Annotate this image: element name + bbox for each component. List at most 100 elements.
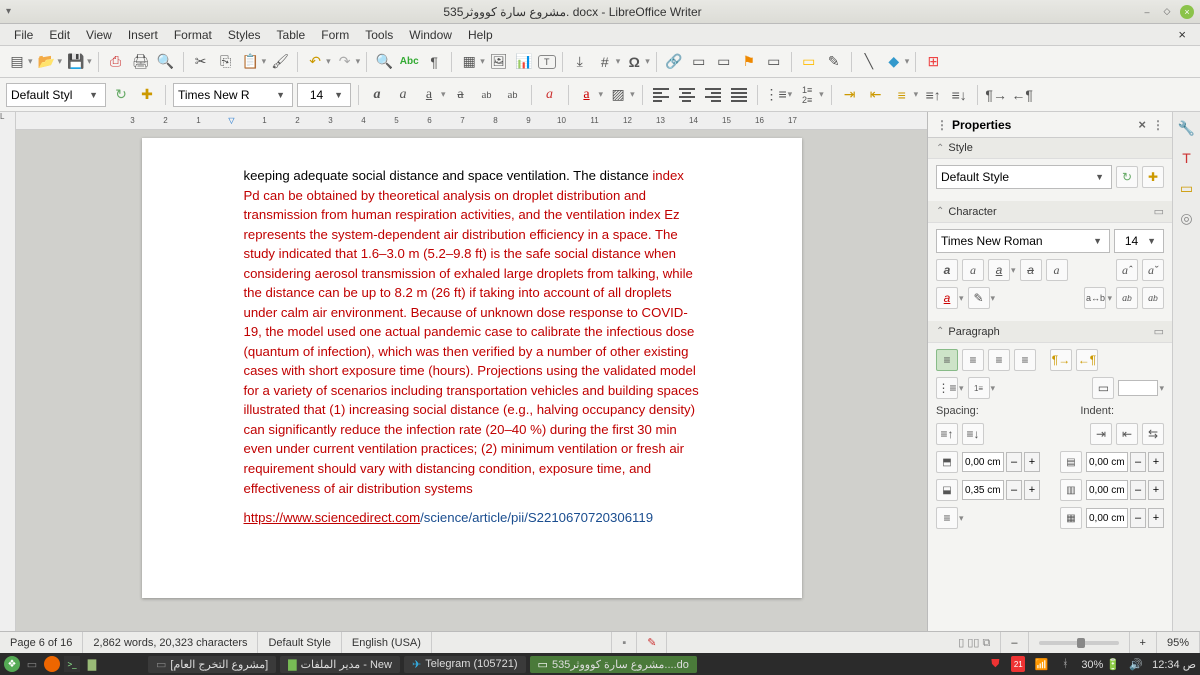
sb-grow-icon[interactable]: aˆ bbox=[1116, 259, 1138, 281]
dec-indent-icon[interactable]: ⇤ bbox=[1116, 423, 1138, 445]
sb-italic-icon[interactable]: a bbox=[962, 259, 984, 281]
indent-first-spin[interactable]: –+ bbox=[1086, 508, 1164, 528]
sb-sub-icon[interactable]: ab bbox=[1142, 287, 1164, 309]
page-break-icon[interactable]: ⤓ bbox=[569, 51, 591, 73]
number-list-icon[interactable]: 1≡2≡ bbox=[796, 84, 818, 106]
line-icon[interactable]: ╲ bbox=[858, 51, 880, 73]
find-icon[interactable]: 🔍 bbox=[373, 51, 395, 73]
indent-after-spin[interactable]: –+ bbox=[1086, 480, 1164, 500]
sb-fontsize-combo[interactable]: ▼ bbox=[1114, 229, 1164, 253]
copy-icon[interactable]: ⎘ bbox=[215, 51, 237, 73]
ltr-icon[interactable]: ¶→ bbox=[985, 84, 1007, 106]
menu-tools[interactable]: Tools bbox=[357, 26, 401, 44]
tray-clock[interactable]: ص 12:34 bbox=[1152, 658, 1196, 671]
line-spacing-icon[interactable]: ≡ bbox=[891, 84, 913, 106]
sb-shrink-icon[interactable]: aˇ bbox=[1142, 259, 1164, 281]
sb-align-justify-icon[interactable]: ≡ bbox=[1014, 349, 1036, 371]
doc-link-blue[interactable]: /science/article/pii/S2210670720306119 bbox=[420, 510, 653, 525]
menu-window[interactable]: Window bbox=[401, 26, 460, 44]
menu-help[interactable]: Help bbox=[460, 26, 501, 44]
line-spacing-icon[interactable]: ≡ bbox=[936, 507, 958, 529]
superscript-icon[interactable]: ab bbox=[476, 84, 498, 106]
close-button[interactable]: × bbox=[1180, 5, 1194, 19]
zoom-out-icon[interactable]: – bbox=[1001, 632, 1028, 653]
chevron-down-icon[interactable]: ▼ bbox=[331, 90, 346, 100]
status-signature[interactable]: ✎ bbox=[637, 632, 667, 653]
hyperlink-icon[interactable]: 🔗 bbox=[663, 51, 685, 73]
indent-first-icon[interactable]: ▦ bbox=[1060, 507, 1082, 529]
inc-indent-icon[interactable]: ⇥ bbox=[1090, 423, 1112, 445]
draw-functions-icon[interactable]: ⊞ bbox=[922, 51, 944, 73]
undo-icon[interactable]: ↶ bbox=[304, 51, 326, 73]
new-icon[interactable]: ▤ bbox=[6, 51, 28, 73]
menu-styles[interactable]: Styles bbox=[220, 26, 269, 44]
below-para-icon[interactable]: ⬓ bbox=[936, 479, 958, 501]
print-icon[interactable]: 🖨 bbox=[130, 51, 152, 73]
tray-bluetooth-icon[interactable]: ᚼ bbox=[1057, 656, 1073, 672]
status-zoom[interactable]: 95% bbox=[1157, 632, 1200, 653]
bullet-list-icon[interactable]: ⋮≡ bbox=[765, 84, 787, 106]
sidebar-section-style[interactable]: Style bbox=[928, 138, 1172, 159]
open-icon[interactable]: 📂 bbox=[36, 51, 58, 73]
italic-icon[interactable]: a bbox=[392, 84, 414, 106]
sidebar-close-icon[interactable]: × bbox=[1138, 117, 1146, 132]
footnote-icon[interactable]: ▭ bbox=[688, 51, 710, 73]
zoom-in-icon[interactable]: + bbox=[1130, 632, 1157, 653]
chevron-down-icon[interactable]: ▼ bbox=[86, 90, 101, 100]
document-area[interactable]: 321 ▽ 123 456 789 101112 1314 151617 kee… bbox=[16, 112, 927, 631]
font-size-combo[interactable]: ▼ bbox=[297, 83, 351, 107]
status-style[interactable]: Default Style bbox=[258, 632, 341, 653]
rtl-icon[interactable]: ←¶ bbox=[1011, 84, 1033, 106]
decrease-indent-icon[interactable]: ⇤ bbox=[865, 84, 887, 106]
tray-network-icon[interactable]: 📶 bbox=[1033, 656, 1049, 672]
endnote-icon[interactable]: ▭ bbox=[713, 51, 735, 73]
cut-icon[interactable]: ✂ bbox=[190, 51, 212, 73]
horizontal-ruler[interactable]: 321 ▽ 123 456 789 101112 1314 151617 bbox=[16, 112, 927, 130]
chart-icon[interactable]: 📊 bbox=[513, 51, 535, 73]
comment-icon[interactable]: ▭ bbox=[798, 51, 820, 73]
increase-indent-icon[interactable]: ⇥ bbox=[839, 84, 861, 106]
spellcheck-icon[interactable]: Abc bbox=[398, 51, 420, 73]
shapes-icon[interactable]: ◆ bbox=[883, 51, 905, 73]
tray-updates-icon[interactable]: 21 bbox=[1011, 656, 1025, 672]
tray-volume-icon[interactable]: 🔊 bbox=[1128, 656, 1144, 672]
above-para-icon[interactable]: ⬒ bbox=[936, 451, 958, 473]
sb-bold-icon[interactable]: a bbox=[936, 259, 958, 281]
bookmark-icon[interactable]: ⚑ bbox=[738, 51, 760, 73]
menu-table[interactable]: Table bbox=[269, 26, 314, 44]
zoom-slider[interactable] bbox=[1029, 632, 1130, 653]
align-justify-icon[interactable] bbox=[728, 84, 750, 106]
status-lang[interactable]: English (USA) bbox=[342, 632, 432, 653]
highlight-icon[interactable]: ▨ bbox=[607, 84, 629, 106]
font-name-input[interactable] bbox=[178, 88, 273, 102]
para-spacing-inc-icon[interactable]: ≡↑ bbox=[922, 84, 944, 106]
spacing-above-spin[interactable]: –+ bbox=[962, 452, 1040, 472]
sb-fontcolor-icon[interactable]: a bbox=[936, 287, 958, 309]
tray-battery[interactable]: 30% 🔋 bbox=[1081, 658, 1120, 671]
status-page[interactable]: Page 6 of 16 bbox=[0, 632, 83, 653]
menu-insert[interactable]: Insert bbox=[120, 26, 166, 44]
bold-icon[interactable]: a bbox=[366, 84, 388, 106]
image-icon[interactable]: 🖼 bbox=[488, 51, 510, 73]
special-char-icon[interactable]: Ω bbox=[623, 51, 645, 73]
print-preview-icon[interactable]: 🔍 bbox=[155, 51, 177, 73]
chevron-down-icon[interactable]: ▼ bbox=[273, 90, 288, 100]
paragraph-style-combo[interactable]: ▼ bbox=[6, 83, 106, 107]
sb-super-icon[interactable]: ab bbox=[1116, 287, 1138, 309]
doc-link-red[interactable]: https://www.sciencedirect.com bbox=[244, 510, 421, 525]
sb-tab-gallery-icon[interactable]: ▭ bbox=[1177, 178, 1197, 198]
para-spacing-dec-icon[interactable]: ≡↓ bbox=[948, 84, 970, 106]
inc-spacing-icon[interactable]: ≡↑ bbox=[936, 423, 958, 445]
table-icon[interactable]: ▦ bbox=[458, 51, 480, 73]
sb-ltr-icon[interactable]: ¶→ bbox=[1050, 349, 1072, 371]
close-doc-button[interactable]: × bbox=[1170, 25, 1194, 44]
sb-style-combo[interactable]: ▼ bbox=[936, 165, 1112, 189]
formatting-marks-icon[interactable]: ¶ bbox=[423, 51, 445, 73]
track-changes-icon[interactable]: ✎ bbox=[823, 51, 845, 73]
sb-spacing-icon[interactable]: a↔b bbox=[1084, 287, 1106, 309]
sb-bullets-icon[interactable]: ⋮≡ bbox=[936, 377, 958, 399]
underline-icon[interactable]: a bbox=[418, 84, 440, 106]
task-item-active[interactable]: ▭5مشروع سارة كوووثر35....do bbox=[530, 656, 697, 673]
spacing-below-spin[interactable]: –+ bbox=[962, 480, 1040, 500]
sb-highlight-icon[interactable]: ✎ bbox=[968, 287, 990, 309]
